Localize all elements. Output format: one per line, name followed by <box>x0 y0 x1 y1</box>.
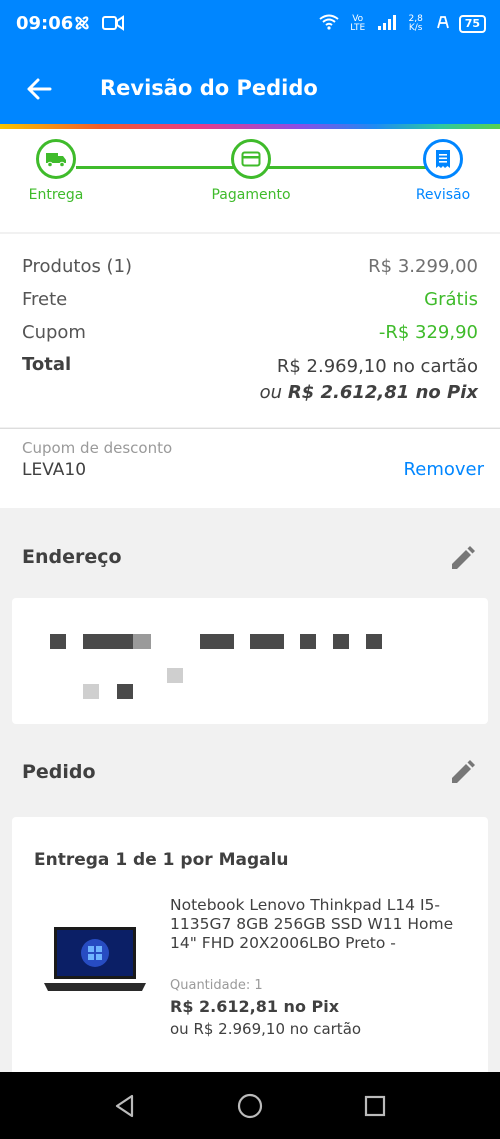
pencil-icon <box>452 760 475 783</box>
nav-back-button[interactable] <box>112 1092 140 1120</box>
pencil-icon <box>452 546 475 569</box>
status-right: Vo LTE 2,8 K/s 75 <box>319 14 486 33</box>
step-circle-revisao <box>423 139 463 179</box>
remove-coupon-button[interactable]: Remover <box>404 459 484 480</box>
checkout-stepper: Entrega Pagamento Revisão <box>0 129 500 232</box>
receipt-icon <box>436 150 450 168</box>
fan-icon <box>72 13 92 38</box>
address-section-title: Endereço <box>22 546 122 568</box>
product-quantity: Quantidade: 1 <box>170 978 263 993</box>
step-label-pagamento: Pagamento <box>211 187 291 203</box>
delivery-title: Entrega 1 de 1 por Magalu <box>34 850 289 870</box>
laptop-icon <box>44 927 146 991</box>
summary-row-products: Produtos (1) R$ 3.299,00 <box>22 256 478 277</box>
step-revisao[interactable]: Revisão <box>383 139 500 203</box>
status-icons-left <box>72 13 124 38</box>
coupon-discount-value: -R$ 329,90 <box>378 322 478 343</box>
summary-row-shipping: Frete Grátis <box>22 289 478 310</box>
total-pix-line: ou R$ 2.612,81 no Pix <box>260 380 478 406</box>
step-circle-entrega <box>36 139 76 179</box>
shipping-label: Frete <box>22 289 68 310</box>
coupon-code: LEVA10 <box>22 460 87 480</box>
order-section-title: Pedido <box>22 761 96 783</box>
battery-indicator: 75 <box>458 14 486 33</box>
status-time: 09:06 <box>16 13 74 34</box>
speed-label: 2,8 K/s <box>408 13 423 33</box>
shipping-value: Grátis <box>424 289 478 310</box>
network-label: Vo LTE <box>350 13 366 33</box>
alarm-icon <box>435 14 451 33</box>
total-label: Total <box>22 354 72 375</box>
order-summary: Produtos (1) R$ 3.299,00 Frete Grátis Cu… <box>0 234 500 427</box>
step-label-entrega: Entrega <box>28 187 84 203</box>
total-pix-prefix: ou <box>259 382 288 403</box>
arrow-left-icon <box>27 78 52 100</box>
signal-icon <box>377 14 397 33</box>
wifi-icon <box>319 14 339 33</box>
product-name: Notebook Lenovo Thinkpad L14 I5-1135G7 8… <box>170 896 454 952</box>
products-value: R$ 3.299,00 <box>368 256 478 277</box>
square-recents-icon <box>364 1095 386 1117</box>
product-price-card: ou R$ 2.969,10 no cartão <box>170 1020 362 1038</box>
app-bar: Revisão do Pedido <box>0 50 500 124</box>
edit-address-button[interactable] <box>448 545 476 573</box>
circle-home-icon <box>237 1093 263 1119</box>
coupon-label: Cupom de desconto <box>22 439 173 457</box>
total-pix-price: R$ 2.612,81 no Pix <box>287 382 478 403</box>
step-label-revisao: Revisão <box>415 187 471 203</box>
system-nav-bar <box>0 1072 500 1139</box>
step-pagamento[interactable]: Pagamento <box>191 139 311 203</box>
credit-card-icon <box>241 151 261 167</box>
product-image[interactable] <box>40 913 150 1003</box>
summary-row-total: Total R$ 2.969,10 no cartão ou R$ 2.612,… <box>22 354 478 406</box>
address-card[interactable] <box>12 598 488 724</box>
edit-order-button[interactable] <box>448 759 476 787</box>
summary-row-coupon: Cupom -R$ 329,90 <box>22 322 478 343</box>
truck-icon <box>46 153 66 168</box>
back-button[interactable] <box>22 72 56 106</box>
product-price-pix: R$ 2.612,81 no Pix <box>170 997 340 1016</box>
video-icon <box>102 13 124 38</box>
order-card: Entrega 1 de 1 por Magalu Notebook Lenov… <box>12 817 488 1077</box>
coupon-discount-label: Cupom <box>22 322 86 343</box>
products-label: Produtos (1) <box>22 256 133 277</box>
triangle-back-icon <box>115 1094 134 1118</box>
step-entrega[interactable]: Entrega <box>0 139 116 203</box>
status-bar: 09:06 Vo LTE 2,8 K/s 75 <box>0 0 500 50</box>
step-circle-pagamento <box>231 139 271 179</box>
page-title: Revisão do Pedido <box>100 76 318 100</box>
nav-recents-button[interactable] <box>361 1092 389 1120</box>
coupon-section: Cupom de desconto LEVA10 Remover <box>0 428 500 508</box>
total-value: R$ 2.969,10 no cartão ou R$ 2.612,81 no … <box>260 354 478 406</box>
nav-home-button[interactable] <box>236 1092 264 1120</box>
total-card-price: R$ 2.969,10 no cartão <box>276 356 478 377</box>
